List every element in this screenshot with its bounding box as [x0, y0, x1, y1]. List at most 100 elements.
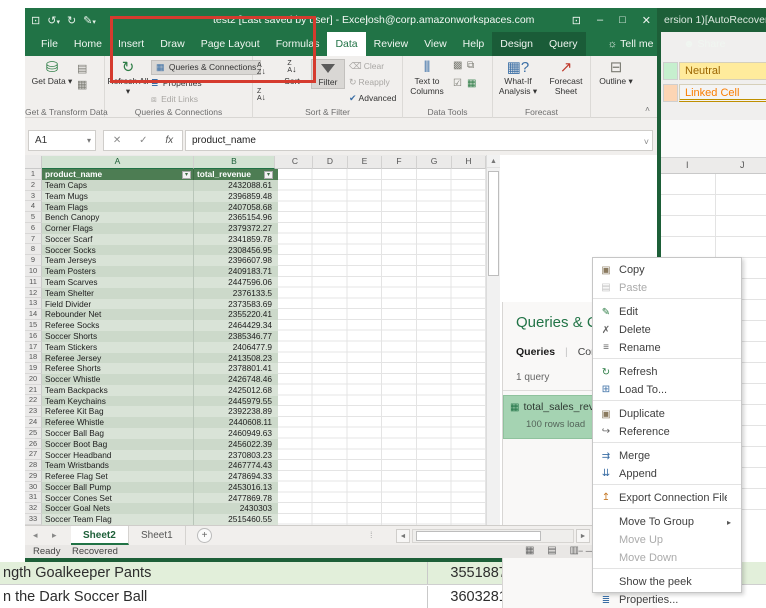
row-header[interactable]: 20 — [25, 373, 42, 385]
column-header[interactable]: F — [382, 156, 417, 169]
cell-revenue[interactable]: 2385346.77 — [194, 331, 275, 342]
cell-product[interactable]: Soccer Boot Bag — [42, 438, 194, 450]
table-row[interactable]: Referee Kit Bag 2392238.89 — [42, 406, 278, 418]
row-header[interactable]: 23 — [25, 406, 42, 417]
flash-fill-icon[interactable]: ▩ — [453, 60, 462, 71]
menu-item[interactable]: ↥ Export Connection File... — [593, 489, 741, 509]
menu-item[interactable]: ▣ Duplicate — [593, 405, 741, 423]
menu-item[interactable]: ⊞ Load To... — [593, 381, 741, 401]
consolidate-icon[interactable]: ▦ — [467, 78, 476, 89]
menu-item[interactable]: Show the peek — [593, 573, 741, 591]
hscroll-right-icon[interactable]: ► — [576, 529, 590, 543]
cell-revenue[interactable]: 2477869.78 — [194, 493, 275, 504]
cell-product[interactable]: Soccer Socks — [42, 244, 194, 256]
cell-product[interactable]: Team Wristbands — [42, 460, 194, 472]
column-header[interactable]: D — [313, 156, 348, 169]
tab-queries[interactable]: Queries — [516, 346, 555, 358]
minimize-button[interactable]: – — [597, 14, 603, 26]
menu-item[interactable]: ≡ Rename — [593, 339, 741, 359]
add-sheet-button[interactable]: + — [197, 528, 212, 543]
menu-item[interactable]: ⇊ Append — [593, 465, 741, 485]
row-header[interactable]: 2 — [25, 179, 42, 191]
table-row[interactable]: Referee Flag Set 2478694.33 — [42, 471, 278, 482]
table-row[interactable]: Bench Canopy 2365154.96 — [42, 212, 278, 224]
row-header[interactable]: 13 — [25, 298, 42, 310]
column-header[interactable]: G — [417, 156, 452, 169]
menu-item[interactable]: ✎ Edit — [593, 303, 741, 321]
menu-item[interactable]: ✗ Delete — [593, 321, 741, 339]
table-row[interactable]: Soccer Cones Set 2477869.78 — [42, 492, 278, 504]
row-header[interactable]: 30 — [25, 481, 42, 493]
cell-product[interactable]: Team Scarves — [42, 277, 194, 288]
ribbon-tab[interactable]: View — [416, 32, 455, 56]
enter-icon[interactable]: ✓ — [139, 135, 147, 146]
column-header[interactable]: B — [194, 156, 275, 169]
outline-button[interactable]: ⊟ Outline ▾ — [594, 59, 638, 87]
formula-input[interactable]: product_name ˅ — [185, 130, 653, 151]
ribbon-tab[interactable]: File — [33, 32, 66, 56]
cell-product[interactable]: Soccer Headband — [42, 449, 194, 461]
header-cell-product-name[interactable]: product_name ▾ — [42, 169, 194, 180]
cell-revenue[interactable]: 2425012.68 — [194, 385, 275, 396]
row-header[interactable]: 10 — [25, 266, 42, 277]
name-box-dropdown-icon[interactable]: ▾ — [87, 131, 91, 150]
row-header[interactable]: 1 — [25, 169, 42, 180]
cell-revenue[interactable]: 2355220.41 — [194, 309, 275, 320]
cell-product[interactable]: Team Flags — [42, 201, 194, 213]
cell-revenue[interactable]: 2370803.23 — [194, 450, 275, 461]
cell-product[interactable]: Referee Flag Set — [42, 471, 194, 482]
cell-product[interactable]: Referee Socks — [42, 320, 194, 331]
table-row[interactable]: Team Mugs 2396859.48 — [42, 190, 278, 202]
menu-item[interactable]: Move Up — [593, 531, 741, 549]
cell-product[interactable]: Soccer Ball Bag — [42, 427, 194, 439]
cell-product[interactable]: Team Backpacks — [42, 384, 194, 396]
cell-revenue[interactable]: 2378801.41 — [194, 363, 275, 374]
sheet-tab-sheet1[interactable]: Sheet1 — [129, 526, 186, 545]
cell-revenue[interactable]: 2406477.9 — [194, 342, 275, 353]
cell-product[interactable]: Team Posters — [42, 266, 194, 278]
cell-revenue[interactable]: 2365154.96 — [194, 212, 275, 223]
cell-product[interactable]: Soccer Cones Set — [42, 492, 194, 504]
cell-product[interactable]: Bench Canopy — [42, 212, 194, 224]
cell-product[interactable]: Referee Jersey — [42, 352, 194, 364]
cell-style-linked-cell[interactable]: Linked Cell — [679, 84, 766, 102]
hscroll-left-icon[interactable]: ◄ — [396, 529, 410, 543]
menu-item[interactable]: ↻ Refresh — [593, 363, 741, 381]
table-row[interactable]: Team Wristbands 2467774.43 — [42, 460, 278, 472]
row-header[interactable]: 29 — [25, 470, 42, 482]
row-header[interactable]: 19 — [25, 363, 42, 374]
filter-button[interactable]: Filter — [311, 59, 345, 90]
ribbon-tab[interactable]: Design — [492, 32, 541, 56]
undo-icon[interactable]: ↺▾ — [47, 14, 60, 27]
row-header[interactable]: 24 — [25, 416, 42, 428]
maximize-button[interactable]: □ — [619, 14, 626, 26]
column-header[interactable]: E — [348, 156, 382, 169]
cell-revenue[interactable]: 2373583.69 — [194, 299, 275, 310]
column-header[interactable]: H — [452, 156, 486, 169]
cell-product[interactable]: Referee Kit Bag — [42, 406, 194, 418]
menu-item[interactable]: ≣ Properties... — [593, 591, 741, 608]
cell-revenue[interactable]: 2515460.55 — [194, 514, 275, 525]
cell-revenue[interactable]: 2445979.55 — [194, 396, 275, 407]
ribbon-tab[interactable]: Query — [540, 32, 586, 56]
row-header[interactable]: 8 — [25, 244, 42, 256]
row-header[interactable]: 16 — [25, 330, 42, 342]
existing-connections-icon[interactable]: ▦ — [77, 78, 87, 91]
get-data-button[interactable]: ⛁ Get Data ▾ — [29, 59, 75, 87]
cell-product[interactable]: Referee Shorts — [42, 363, 194, 375]
close-button[interactable]: ✕ — [642, 14, 651, 27]
table-row[interactable]: Team Keychains 2445979.55 — [42, 395, 278, 407]
share-button[interactable]: ☻ Share — [675, 32, 733, 56]
ribbon-tab[interactable]: Home — [66, 32, 110, 56]
vertical-scrollbar[interactable]: ▲ — [486, 155, 500, 525]
tell-me-button[interactable]: ☼ Tell me — [600, 32, 662, 56]
cell-revenue[interactable]: 2413508.23 — [194, 353, 275, 364]
forecast-sheet-button[interactable]: ↗ Forecast Sheet — [543, 59, 589, 97]
table-row[interactable]: Soccer Ball Bag 2460949.63 — [42, 427, 278, 439]
row-header[interactable]: 31 — [25, 492, 42, 504]
sheet-tab-sheet2[interactable]: Sheet2 — [71, 526, 129, 545]
cell-product[interactable]: Soccer Team Flag — [42, 514, 194, 525]
row-header[interactable]: 25 — [25, 427, 42, 439]
splitter-dots[interactable]: ⁞ — [370, 530, 373, 540]
column-header[interactable]: A — [42, 156, 194, 169]
